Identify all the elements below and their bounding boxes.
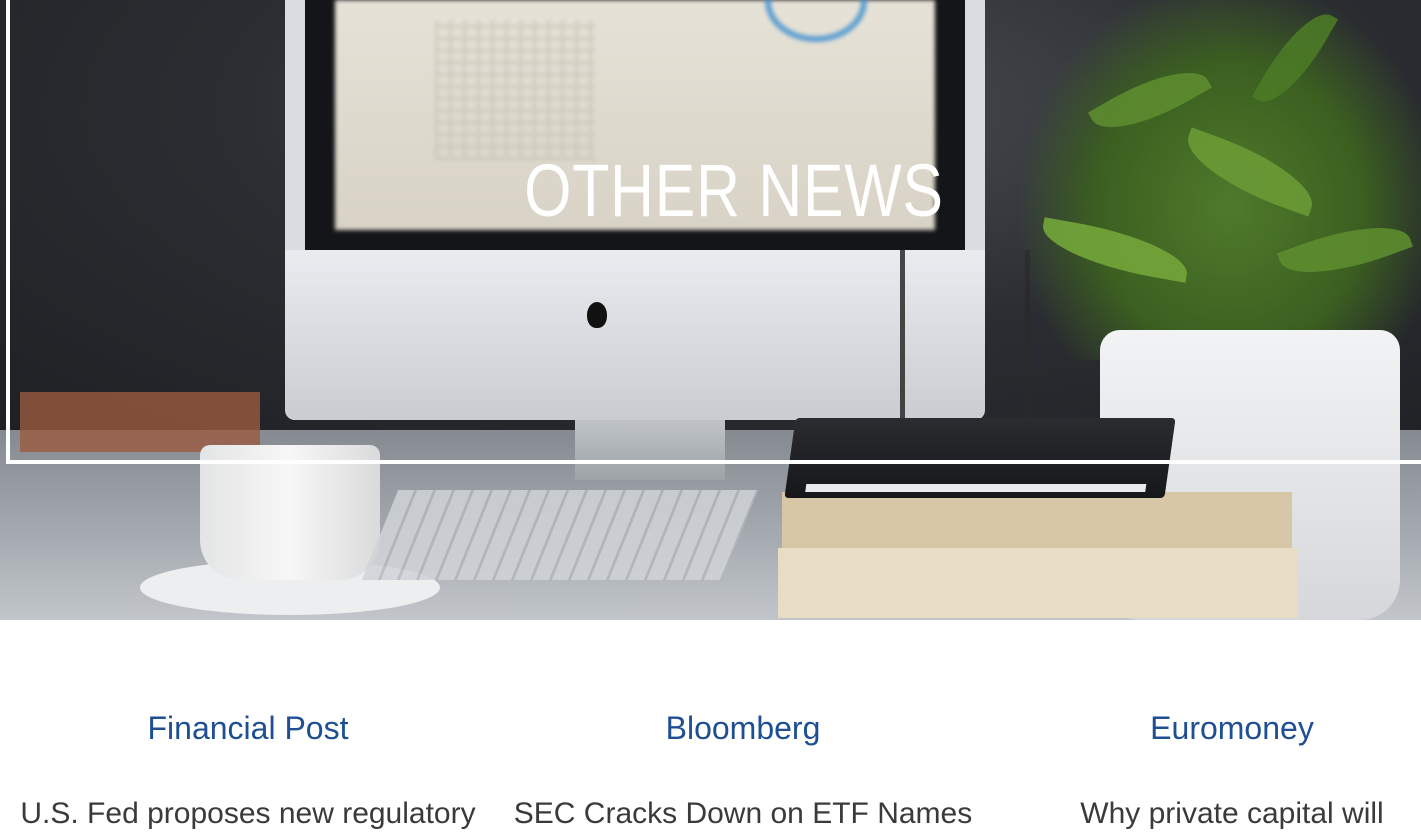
page-title: OTHER NEWS <box>524 149 944 232</box>
news-card: Financial Post U.S. Fed proposes new reg… <box>8 620 488 831</box>
hero-banner: OTHER NEWS <box>0 0 1421 620</box>
news-list: Financial Post U.S. Fed proposes new reg… <box>0 620 1421 833</box>
news-headline[interactable]: SEC Cracks Down on ETF Names <box>503 797 983 831</box>
keyboard <box>361 490 759 580</box>
news-source-link[interactable]: Euromoney <box>992 710 1421 747</box>
book-stack-item <box>782 492 1292 550</box>
news-card: Bloomberg SEC Cracks Down on ETF Names <box>503 620 983 831</box>
news-headline[interactable]: Why private capital will <box>992 797 1421 831</box>
news-source-link[interactable]: Financial Post <box>8 710 488 747</box>
book-stack-item <box>778 548 1298 618</box>
coffee-cup-icon <box>200 445 380 580</box>
news-headline[interactable]: U.S. Fed proposes new regulatory <box>8 797 488 831</box>
news-source-link[interactable]: Bloomberg <box>503 710 983 747</box>
news-card: Euromoney Why private capital will <box>992 620 1421 831</box>
